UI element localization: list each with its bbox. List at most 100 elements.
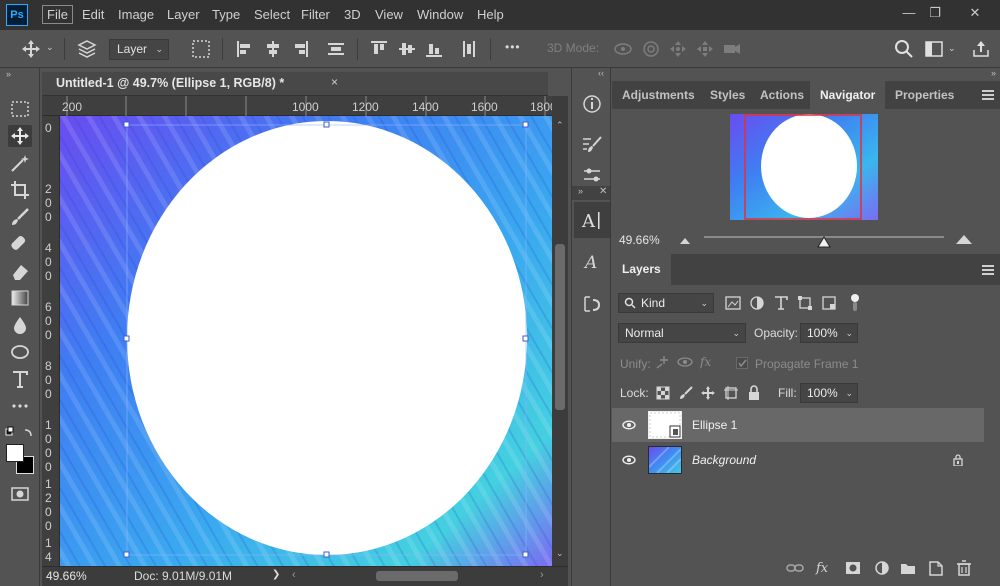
layer-name[interactable]: Ellipse 1 <box>692 418 737 432</box>
unify-style-icon[interactable]: fx <box>700 354 718 370</box>
align-left-icon[interactable] <box>234 38 256 60</box>
status-menu-arrow[interactable]: ❯ <box>272 569 280 580</box>
scroll-up-icon[interactable]: ⌃ <box>556 120 564 131</box>
blur-tool-icon[interactable] <box>8 314 32 336</box>
add-mask-icon[interactable] <box>844 559 862 577</box>
scroll-down-icon[interactable]: ⌄ <box>556 548 564 559</box>
layer-style-fx-icon[interactable]: fx <box>815 559 833 577</box>
close-icon[interactable]: ✕ <box>599 186 607 197</box>
background-layer-thumbnail[interactable] <box>648 446 682 474</box>
delete-layer-icon[interactable] <box>955 559 973 577</box>
close-icon[interactable]: × <box>331 75 338 89</box>
distribute-vertical-icon[interactable] <box>458 38 480 60</box>
align-middle-icon[interactable] <box>396 38 418 60</box>
magic-wand-tool-icon[interactable] <box>8 152 32 174</box>
3d-orbit-icon[interactable] <box>612 38 634 60</box>
menu-filter[interactable]: Filter <box>297 6 334 23</box>
tab-layers[interactable]: Layers <box>612 254 671 285</box>
document-tab[interactable]: Untitled-1 @ 49.7% (Ellipse 1, RGB/8) * … <box>42 72 548 96</box>
brush-settings-icon[interactable] <box>581 134 603 156</box>
fill-field[interactable]: 100% ⌄ <box>800 383 858 403</box>
visibility-eye-icon[interactable] <box>622 418 636 432</box>
brush-tool-icon[interactable] <box>8 206 32 228</box>
opacity-field[interactable]: 100% ⌄ <box>800 323 858 343</box>
filter-kind-dropdown[interactable]: Kind ⌄ <box>618 293 714 313</box>
shape-layer-filter-icon[interactable] <box>797 295 813 311</box>
pixel-layer-filter-icon[interactable] <box>725 295 741 311</box>
vertical-scrollbar[interactable]: ⌃ ⌄ <box>552 96 568 566</box>
eraser-tool-icon[interactable] <box>8 260 32 282</box>
lock-image-pixels-icon[interactable] <box>678 385 694 401</box>
tab-properties[interactable]: Properties <box>885 81 964 109</box>
navigator-preview[interactable] <box>730 114 878 220</box>
move-tool-icon[interactable] <box>20 38 42 60</box>
collapse-panel-icon[interactable]: » <box>6 69 11 79</box>
menu-edit[interactable]: Edit <box>78 6 108 23</box>
share-icon[interactable] <box>970 38 992 60</box>
auto-select-layers-icon[interactable] <box>76 38 98 60</box>
3d-slide-icon[interactable] <box>694 38 716 60</box>
scroll-right-icon[interactable]: › <box>540 569 544 581</box>
type-layer-filter-icon[interactable] <box>773 295 789 311</box>
layer-name[interactable]: Background <box>692 453 756 467</box>
canvas-viewport[interactable] <box>60 116 552 566</box>
zoom-in-icon[interactable] <box>955 233 973 245</box>
new-layer-icon[interactable] <box>927 559 945 577</box>
status-zoom[interactable]: 49.66% <box>46 569 87 583</box>
restore-button[interactable]: ❐ <box>922 4 948 22</box>
link-layers-icon[interactable] <box>786 559 804 577</box>
close-window-button[interactable]: ✕ <box>962 4 988 22</box>
search-icon[interactable] <box>893 38 915 60</box>
more-options-icon[interactable]: ••• <box>505 40 521 54</box>
lock-all-icon[interactable] <box>746 385 762 401</box>
menu-3d[interactable]: 3D <box>340 6 365 23</box>
ellipse-layer-thumbnail[interactable] <box>648 411 682 439</box>
navigator-zoom-slider-thumb[interactable] <box>817 236 831 248</box>
tab-styles[interactable]: Styles <box>700 81 755 109</box>
workspace-icon[interactable] <box>923 38 945 60</box>
type-tool-icon[interactable] <box>8 368 32 390</box>
foreground-color-swatch[interactable] <box>6 444 24 462</box>
minimize-button[interactable]: — <box>896 4 922 22</box>
menu-image[interactable]: Image <box>114 6 158 23</box>
menu-layer[interactable]: Layer <box>163 6 204 23</box>
visibility-eye-icon[interactable] <box>622 453 636 467</box>
marquee-tool-icon[interactable] <box>8 98 32 120</box>
ellipse-shape[interactable] <box>127 121 527 555</box>
move-tool-icon[interactable] <box>8 125 32 147</box>
menu-type[interactable]: Type <box>208 6 244 23</box>
ellipse-tool-icon[interactable] <box>8 341 32 363</box>
layers-panel-menu-icon[interactable] <box>982 265 994 275</box>
propagate-frame-checkbox[interactable] <box>736 357 748 369</box>
menu-window[interactable]: Window <box>413 6 467 23</box>
collapse-icon[interactable]: » <box>578 186 583 196</box>
crop-tool-icon[interactable] <box>8 179 32 201</box>
3d-pan-icon[interactable] <box>667 38 689 60</box>
document-canvas[interactable] <box>60 116 552 566</box>
healing-brush-tool-icon[interactable] <box>8 233 32 255</box>
align-center-icon[interactable] <box>262 38 284 60</box>
gradient-tool-icon[interactable] <box>8 287 32 309</box>
lock-transparent-pixels-icon[interactable] <box>655 385 671 401</box>
character-panel-icon[interactable]: A <box>574 202 610 238</box>
vertical-ruler[interactable]: 0 2 0 0 4 0 0 6 0 0 8 0 0 1 0 0 0 1 2 0 … <box>42 116 60 566</box>
adjustment-layer-icon[interactable] <box>873 559 891 577</box>
glyphs-icon[interactable] <box>581 293 603 315</box>
new-group-icon[interactable] <box>899 559 917 577</box>
brushes-icon[interactable] <box>581 164 603 186</box>
info-icon[interactable] <box>581 93 603 115</box>
color-swatches[interactable] <box>6 444 34 474</box>
navigator-zoom-value[interactable]: 49.66% <box>619 233 660 247</box>
swap-colors-icon[interactable] <box>5 426 35 440</box>
panel-menu-icon[interactable] <box>982 90 994 100</box>
3d-roll-icon[interactable] <box>640 38 662 60</box>
menu-help[interactable]: Help <box>473 6 508 23</box>
tab-adjustments[interactable]: Adjustments <box>612 81 705 109</box>
filter-toggle[interactable] <box>850 293 860 313</box>
expand-panels-icon[interactable]: ‹‹ <box>598 68 604 78</box>
align-top-icon[interactable] <box>368 38 390 60</box>
smart-object-filter-icon[interactable] <box>821 295 837 311</box>
more-tools-icon[interactable] <box>8 395 32 417</box>
quick-mask-icon[interactable] <box>8 483 32 505</box>
3d-camera-icon[interactable] <box>721 38 743 60</box>
